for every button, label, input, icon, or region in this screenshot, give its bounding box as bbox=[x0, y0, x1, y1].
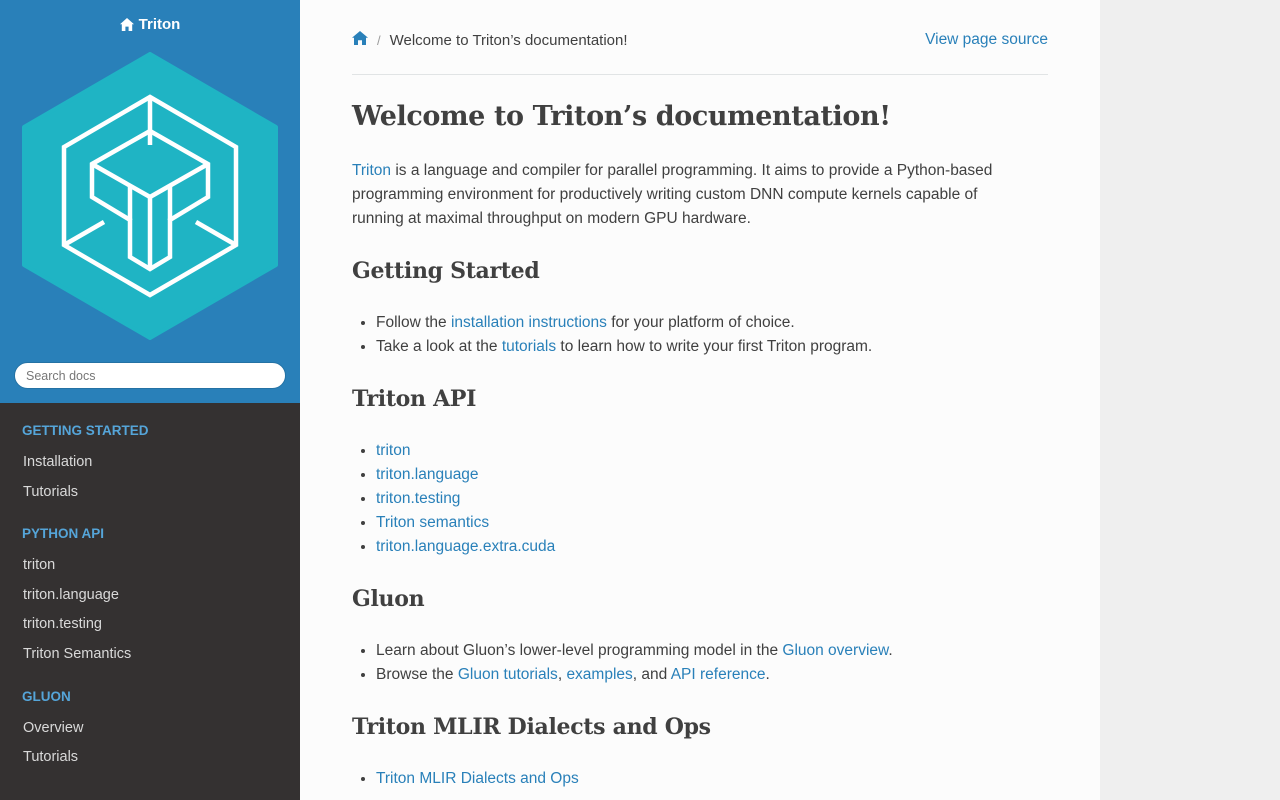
sidebar-header: Triton bbox=[0, 0, 300, 403]
nav-caption-python-api: PYTHON API bbox=[22, 526, 105, 541]
mlir-dialects-link[interactable]: Triton MLIR Dialects and Ops bbox=[376, 770, 579, 787]
view-page-source-link[interactable]: View page source bbox=[925, 31, 1048, 49]
list-item-text: Browse the bbox=[376, 666, 458, 683]
list-item: Browse the Gluon tutorials, examples, an… bbox=[376, 663, 893, 687]
list-item: triton bbox=[376, 439, 555, 463]
list-item: triton.language.extra.cuda bbox=[376, 535, 555, 559]
api-link-triton-language[interactable]: triton.language bbox=[376, 466, 479, 483]
intro-paragraph: Triton is a language and compiler for pa… bbox=[352, 159, 1048, 231]
intro-text-3: running at maximal throughput on modern … bbox=[352, 210, 751, 227]
api-link-triton[interactable]: triton bbox=[376, 442, 410, 459]
list-item-text: Follow the bbox=[376, 314, 451, 331]
api-link-triton-language-extra-cuda[interactable]: triton.language.extra.cuda bbox=[376, 538, 555, 555]
main-content: / Welcome to Triton’s documentation! Vie… bbox=[300, 0, 1100, 800]
sidebar-item-gluon-overview[interactable]: Overview bbox=[0, 718, 300, 738]
right-margin bbox=[1100, 0, 1280, 800]
nav-caption-gluon: GLUON bbox=[22, 689, 71, 704]
list-item-text: for your platform of choice. bbox=[606, 314, 795, 331]
gluon-tutorials-link[interactable]: Gluon tutorials bbox=[458, 666, 558, 683]
list-item: Triton semantics bbox=[376, 511, 555, 535]
heading-triton-api: Triton API bbox=[352, 386, 477, 412]
triton-logo bbox=[22, 52, 278, 340]
nav-caption-getting-started: GETTING STARTED bbox=[22, 423, 149, 438]
list-item: Take a look at the tutorials to learn ho… bbox=[376, 335, 872, 359]
triton-api-list: triton triton.language triton.testing Tr… bbox=[376, 439, 555, 559]
installation-instructions-link[interactable]: installation instructions bbox=[451, 314, 607, 331]
list-item-text: . bbox=[888, 642, 893, 659]
mlir-list: Triton MLIR Dialects and Ops bbox=[376, 767, 579, 791]
list-item: triton.testing bbox=[376, 487, 555, 511]
sidebar-item-triton-testing[interactable]: triton.testing bbox=[0, 614, 300, 634]
divider bbox=[352, 74, 1048, 75]
sidebar-item-installation[interactable]: Installation bbox=[0, 452, 300, 472]
api-link-triton-semantics[interactable]: Triton semantics bbox=[376, 514, 489, 531]
sidebar: Triton GETTING STARTED Installatio bbox=[0, 0, 300, 800]
home-icon bbox=[352, 31, 368, 45]
heading-gluon: Gluon bbox=[352, 586, 425, 612]
sidebar-item-triton[interactable]: triton bbox=[0, 555, 300, 575]
heading-getting-started: Getting Started bbox=[352, 258, 540, 284]
brand-name: Triton bbox=[138, 16, 181, 33]
gluon-overview-link[interactable]: Gluon overview bbox=[782, 642, 888, 659]
page-title: Welcome to Triton’s documentation! bbox=[352, 101, 891, 132]
breadcrumb-current: Welcome to Triton’s documentation! bbox=[389, 31, 628, 49]
api-link-triton-testing[interactable]: triton.testing bbox=[376, 490, 460, 507]
breadcrumb: / Welcome to Triton’s documentation! Vie… bbox=[352, 30, 1048, 50]
triton-link[interactable]: Triton bbox=[352, 162, 391, 179]
list-item: Follow the installation instructions for… bbox=[376, 311, 872, 335]
gluon-examples-link[interactable]: examples bbox=[566, 666, 632, 683]
intro-text-1: is a language and compiler for parallel … bbox=[391, 162, 993, 179]
list-item-text: Learn about Gluon’s lower-level programm… bbox=[376, 642, 783, 659]
list-item-text: Take a look at the bbox=[376, 338, 502, 355]
heading-mlir: Triton MLIR Dialects and Ops bbox=[352, 714, 711, 740]
list-item: triton.language bbox=[376, 463, 555, 487]
gluon-api-reference-link[interactable]: API reference bbox=[671, 666, 766, 683]
gluon-list: Learn about Gluon’s lower-level programm… bbox=[376, 639, 893, 687]
brand-link[interactable]: Triton bbox=[0, 16, 300, 33]
list-item: Triton MLIR Dialects and Ops bbox=[376, 767, 579, 791]
getting-started-list: Follow the installation instructions for… bbox=[376, 311, 872, 359]
list-item-text: . bbox=[765, 666, 770, 683]
intro-text-2: programming environment for productively… bbox=[352, 186, 978, 203]
breadcrumb-separator: / bbox=[377, 32, 381, 48]
sidebar-item-triton-semantics[interactable]: Triton Semantics bbox=[0, 644, 300, 664]
sidebar-item-triton-language[interactable]: triton.language bbox=[0, 585, 300, 605]
home-icon bbox=[119, 18, 134, 31]
search-input[interactable] bbox=[14, 362, 286, 389]
sidebar-item-gluon-tutorials[interactable]: Tutorials bbox=[0, 747, 300, 767]
tutorials-link[interactable]: tutorials bbox=[502, 338, 556, 355]
breadcrumb-home-link[interactable] bbox=[352, 31, 368, 49]
list-item-text: , and bbox=[632, 666, 671, 683]
sidebar-item-tutorials[interactable]: Tutorials bbox=[0, 482, 300, 502]
list-item: Learn about Gluon’s lower-level programm… bbox=[376, 639, 893, 663]
list-item-text: to learn how to write your first Triton … bbox=[556, 338, 873, 355]
